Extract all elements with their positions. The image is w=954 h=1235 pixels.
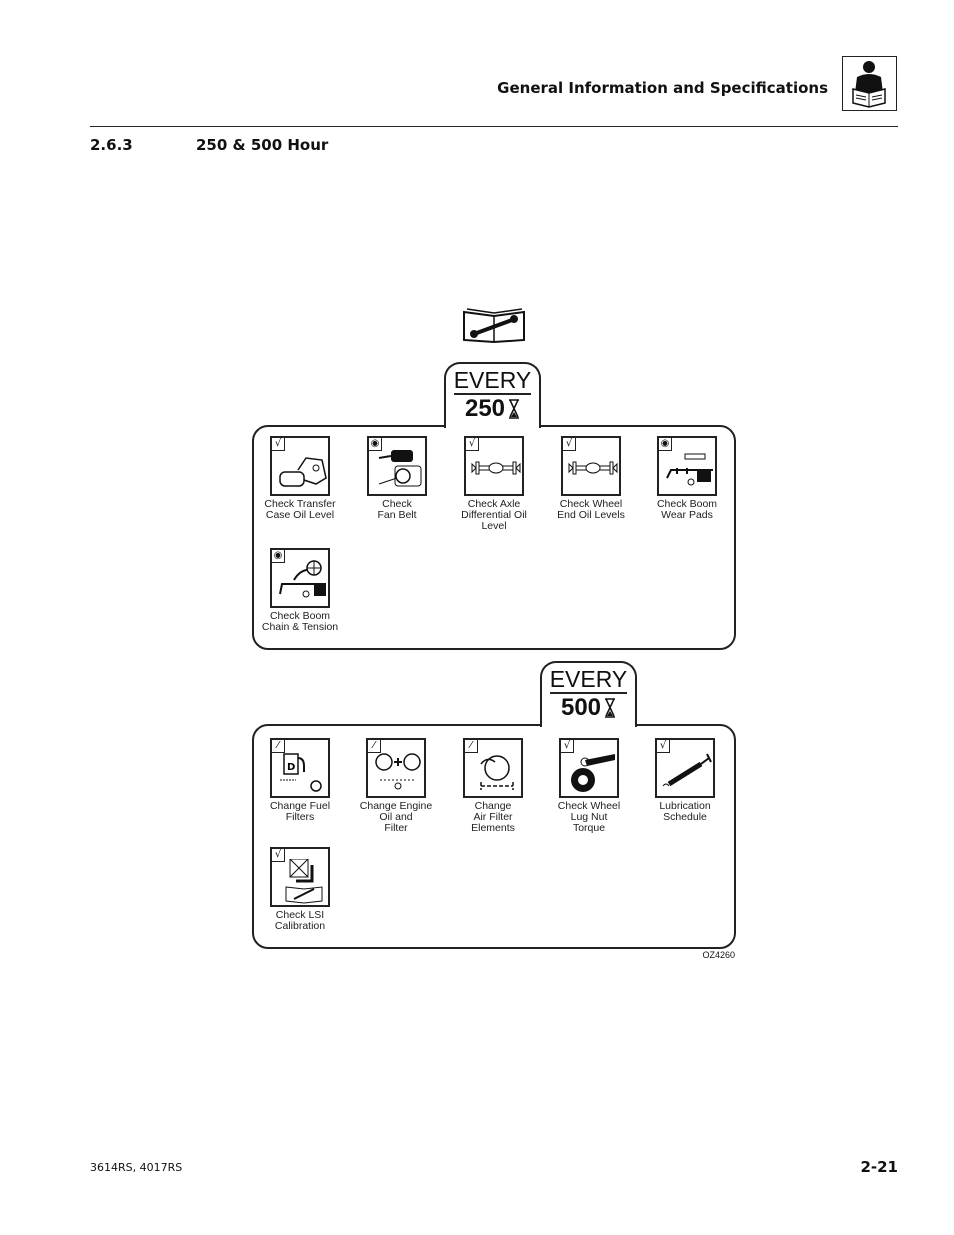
maintenance-item-wheel-torque: √ Check Wheel Lug Nut Torque [539, 738, 639, 834]
maintenance-item-boom-pads: ◉ Check Boom Wear Pads [637, 436, 737, 521]
wheel-torque-icon [571, 754, 615, 792]
hourglass-icon [605, 698, 616, 718]
maintenance-item-label: Change Engine Oil and Filter [359, 800, 433, 834]
axle-icon [568, 461, 618, 475]
maintenance-item-label: Check Boom Chain & Tension [261, 610, 339, 633]
header-divider [90, 126, 898, 127]
maintenance-item-fuel-pump: ⁄ D Change Fuel Filters [250, 738, 350, 823]
maintenance-pictogram: √ [655, 738, 715, 798]
fan-belt-icon [378, 450, 422, 487]
maintenance-pictogram: ◉ [367, 436, 427, 496]
maintenance-pictogram: √ [270, 847, 330, 907]
maintenance-pictogram: ◉ [270, 548, 330, 608]
hourglass-icon [509, 399, 520, 419]
maintenance-item-label: Check Wheel End Oil Levels [557, 498, 625, 521]
maintenance-item-label: Check Boom Wear Pads [656, 498, 718, 521]
maintenance-item-grease-gun: √ Lubrication Schedule [635, 738, 735, 823]
section-title: 250 & 500 Hour [196, 136, 329, 154]
transfer-case-icon [279, 457, 327, 487]
maintenance-pictogram: ◉ [657, 436, 717, 496]
maintenance-pictogram: ⁄ [463, 738, 523, 798]
every-label: EVERY [549, 666, 628, 692]
maintenance-item-engine-oil: ⁄ Change Engine Oil and Filter [346, 738, 446, 834]
operator-reading-manual-icon [842, 56, 897, 111]
maintenance-item-fan-belt: ◉ Check Fan Belt [347, 436, 447, 521]
maintenance-item-lsi: √ Check LSI Calibration [250, 847, 350, 932]
maintenance-pictogram: √ [270, 436, 330, 496]
fuel-pump-icon: D [280, 753, 322, 792]
air-filter-icon [480, 755, 514, 790]
maintenance-item-label: Lubrication Schedule [659, 800, 711, 823]
hours-value: 500 [560, 694, 602, 721]
maintenance-item-label: Check Wheel Lug Nut Torque [557, 800, 621, 834]
maintenance-item-boom-chain: ◉ Check Boom Chain & Tension [250, 548, 350, 633]
maintenance-pictogram: √ [561, 436, 621, 496]
maintenance-item-transfer-case: √ Check Transfer Case Oil Level [250, 436, 350, 521]
maintenance-item-axle: √ Check Axle Differential Oil Level [444, 436, 544, 532]
maintenance-pictogram: √ [464, 436, 524, 496]
maintenance-item-axle: √ Check Wheel End Oil Levels [541, 436, 641, 521]
maintenance-item-label: Check Axle Differential Oil Level [461, 498, 527, 532]
header-title: General Information and Specifications [497, 79, 828, 97]
grease-gun-icon [662, 753, 712, 787]
maintenance-item-label: Change Fuel Filters [269, 800, 331, 823]
footer-models: 3614RS, 4017RS [90, 1161, 183, 1174]
section-number: 2.6.3 [90, 136, 133, 154]
maintenance-item-label: Change Air Filter Elements [471, 800, 515, 834]
page-number: 2-21 [860, 1158, 898, 1176]
engine-oil-icon [375, 753, 421, 790]
hours-value: 250 [464, 395, 506, 422]
lsi-icon [285, 859, 323, 904]
maintenance-pictogram: ⁄ [366, 738, 426, 798]
boom-chain-icon [279, 560, 326, 598]
maintenance-pictogram: √ [559, 738, 619, 798]
maintenance-pictogram: ⁄ D [270, 738, 330, 798]
maintenance-item-label: Check Transfer Case Oil Level [264, 498, 336, 521]
every-500-hours-tab: EVERY 500 [540, 661, 637, 727]
axle-icon [471, 461, 521, 475]
maintenance-item-label: Check LSI Calibration [274, 909, 326, 932]
every-label: EVERY [453, 367, 532, 393]
every-250-hours-tab: EVERY 250 [444, 362, 541, 428]
boom-pads-icon [666, 453, 713, 486]
service-manual-wrench-icon [462, 304, 528, 348]
maintenance-item-air-filter: ⁄ Change Air Filter Elements [443, 738, 543, 834]
figure-id: OZ4260 [702, 950, 735, 960]
maintenance-item-label: Check Fan Belt [377, 498, 417, 521]
svg-text:D: D [287, 762, 295, 773]
